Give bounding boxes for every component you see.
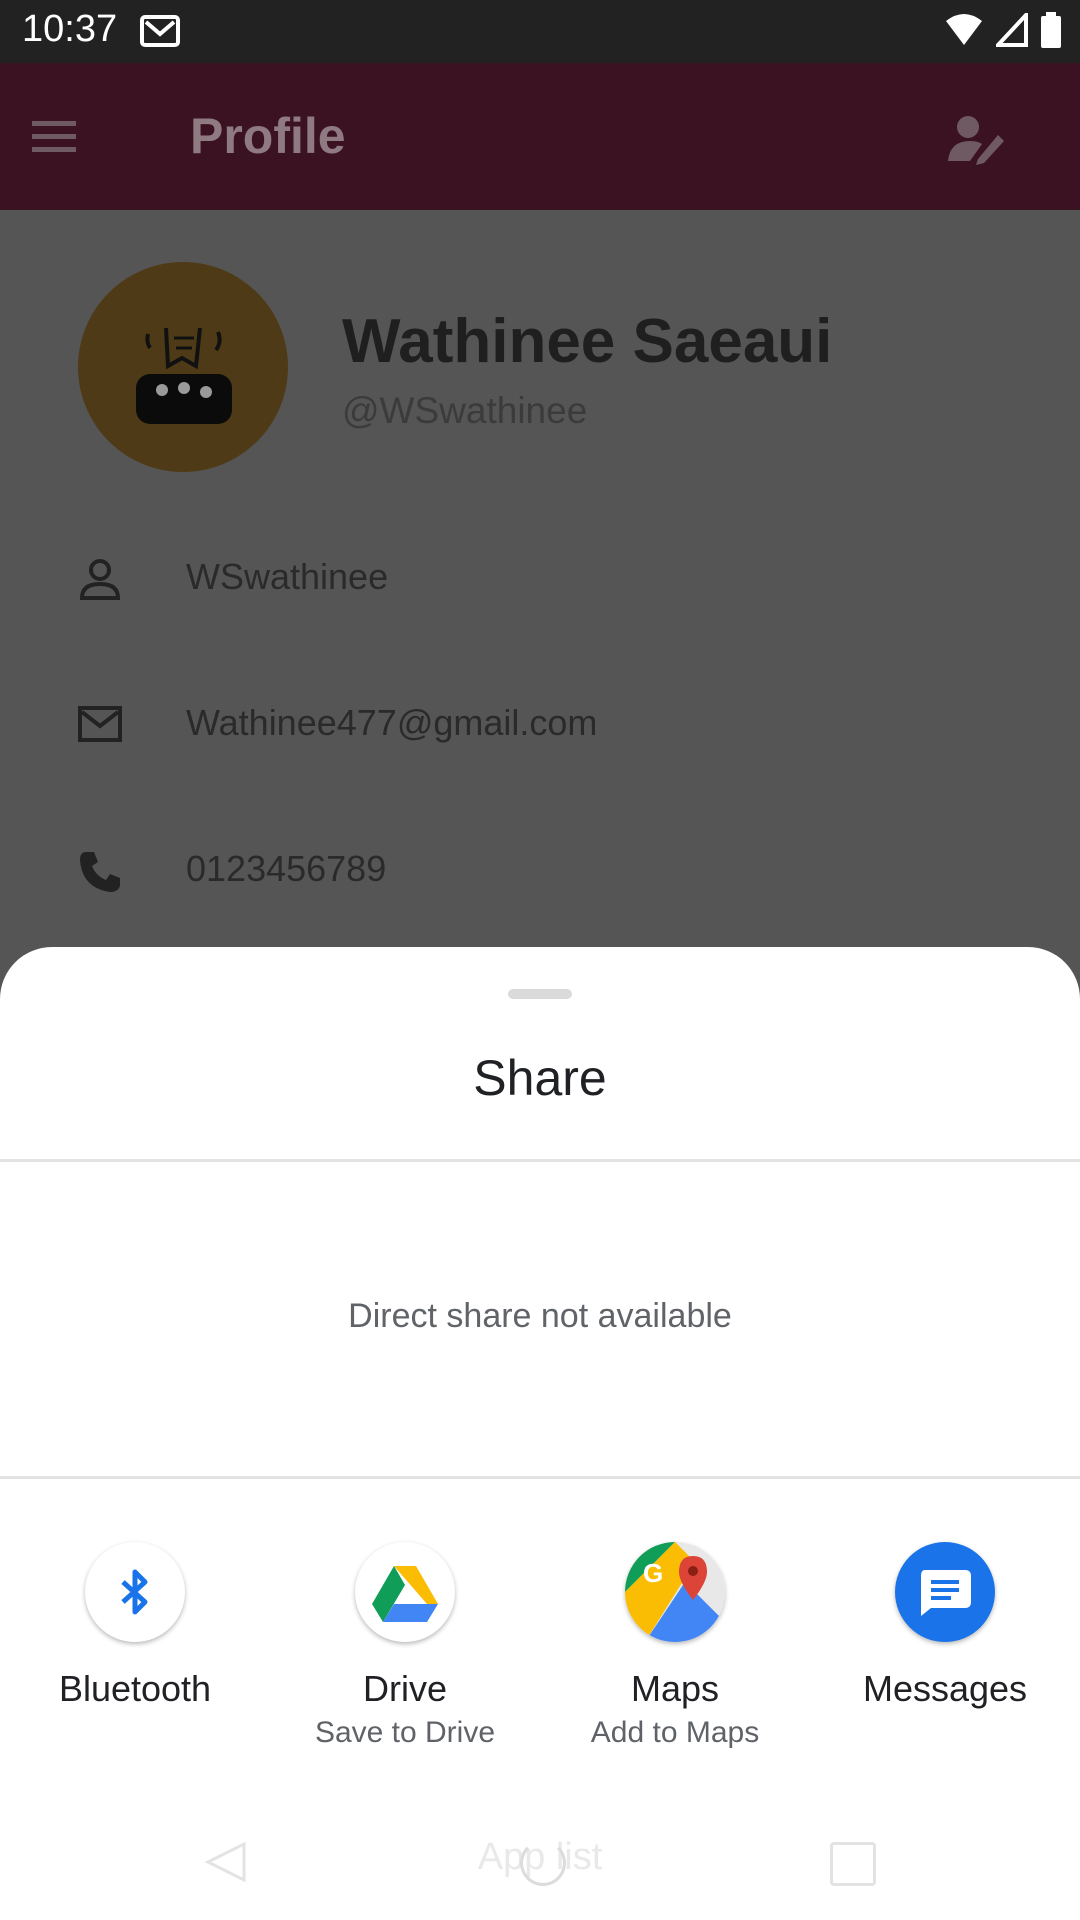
- profile-name: Wathinee Saeaui: [342, 307, 833, 376]
- email-row: Wathinee477@gmail.com: [0, 686, 1080, 766]
- page-title: Profile: [190, 108, 346, 164]
- phone-text: 0123456789: [186, 848, 387, 889]
- cell-signal-icon: [993, 9, 1028, 52]
- status-bar: 10:37: [0, 0, 1080, 63]
- battery-icon: [1040, 12, 1062, 53]
- person-icon: [78, 558, 122, 607]
- app-bar: Profile: [0, 63, 1080, 210]
- svg-text:G: G: [643, 1558, 663, 1588]
- share-target-label: Messages: [862, 1668, 1028, 1709]
- share-target-label: Maps: [630, 1668, 720, 1709]
- share-sheet: Share Direct share not available Bluetoo…: [0, 947, 1080, 1920]
- google-drive-icon: [355, 1542, 455, 1642]
- phone-icon: [78, 850, 122, 899]
- drag-handle[interactable]: [508, 989, 572, 999]
- share-target-sublabel: Add to Maps: [590, 1716, 760, 1749]
- share-sheet-title: Share: [473, 1050, 607, 1106]
- edit-profile-icon[interactable]: [948, 113, 1004, 170]
- username-text: WSwathinee: [186, 556, 389, 597]
- direct-share-message: Direct share not available: [348, 1297, 732, 1335]
- share-target-label: Drive: [362, 1668, 447, 1709]
- bluetooth-icon: [85, 1542, 185, 1642]
- wifi-icon: [944, 13, 984, 52]
- share-target-label: Bluetooth: [58, 1668, 212, 1709]
- navigation-bar: App list: [0, 1800, 1080, 1920]
- avatar: [78, 262, 288, 472]
- google-maps-icon: G: [625, 1542, 725, 1642]
- mail-icon: [78, 704, 122, 749]
- share-target-bluetooth[interactable]: Bluetooth: [0, 1542, 270, 1716]
- gmail-notification-icon: [140, 14, 180, 53]
- recents-icon[interactable]: [830, 1842, 876, 1886]
- divider: [0, 1159, 1080, 1162]
- menu-icon[interactable]: [30, 117, 78, 162]
- status-time: 10:37: [22, 8, 118, 50]
- phone-row: 0123456789: [0, 832, 1080, 912]
- share-target-messages[interactable]: Messages: [810, 1542, 1080, 1716]
- username-row: WSwathinee: [0, 540, 1080, 620]
- profile-handle: @WSwathinee: [342, 390, 588, 431]
- home-icon[interactable]: [520, 1840, 566, 1886]
- messages-icon: [895, 1542, 995, 1642]
- divider: [0, 1476, 1080, 1479]
- share-target-maps[interactable]: G Maps Add to Maps: [540, 1542, 810, 1750]
- share-target-drive[interactable]: Drive Save to Drive: [270, 1542, 540, 1750]
- email-text: Wathinee477@gmail.com: [186, 702, 598, 743]
- share-target-sublabel: Save to Drive: [314, 1716, 496, 1749]
